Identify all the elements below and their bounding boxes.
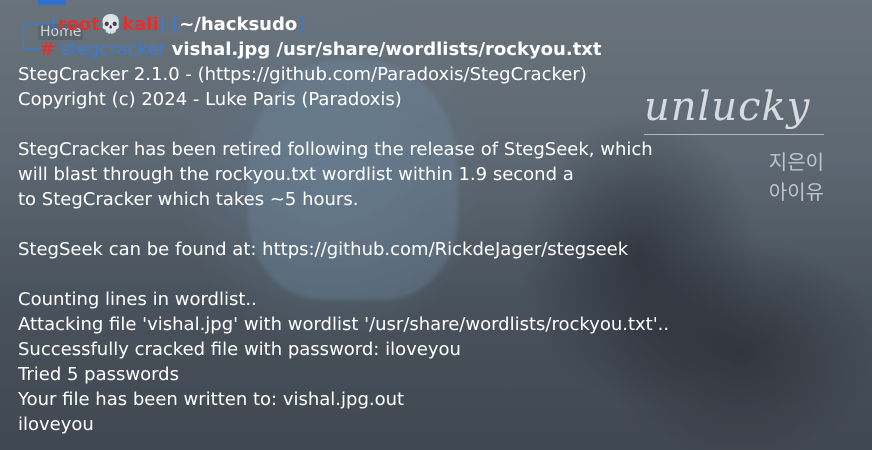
- output-line: StegSeek can be found at: https://github…: [18, 239, 629, 260]
- prompt-mid-bracket: )-[: [158, 14, 180, 35]
- prompt-line-1: ┌──(root💀kali)-[~/hacksudo]: [18, 12, 858, 37]
- output-line: Successfully cracked file with password:…: [18, 339, 461, 360]
- prompt-user: root: [57, 14, 100, 35]
- output-line: will blast through the rockyou.txt wordl…: [18, 164, 574, 185]
- prompt-tree-prefix: └─: [18, 39, 40, 60]
- output-line: iloveyou: [18, 414, 94, 435]
- prompt-open-bracket: ┌──(: [18, 14, 58, 35]
- output-blank-line: [18, 212, 858, 237]
- output-line: Your file has been written to: vishal.jp…: [18, 389, 405, 410]
- output-line: Attacking file 'vishal.jpg' with wordlis…: [18, 314, 670, 335]
- output-line: Tried 5 passwords: [18, 364, 179, 385]
- home-folder-icon[interactable]: [38, 0, 66, 5]
- prompt-line-2: └─# stegcracker vishal.jpg /usr/share/wo…: [18, 37, 858, 62]
- output-line: StegCracker 2.1.0 - (https://github.com/…: [18, 64, 587, 85]
- command-args: vishal.jpg /usr/share/wordlists/rockyou.…: [171, 39, 602, 60]
- prompt-close-bracket: ]: [297, 14, 305, 35]
- output-line: Copyright (c) 2024 - Luke Paris (Paradox…: [18, 89, 402, 110]
- prompt-hash: #: [39, 39, 55, 60]
- skull-icon: 💀: [99, 14, 123, 35]
- terminal-output[interactable]: ┌──(root💀kali)-[~/hacksudo] └─# stegcrac…: [18, 12, 858, 437]
- output-line: StegCracker has been retired following t…: [18, 139, 653, 160]
- output-line: to StegCracker which takes ~5 hours.: [18, 189, 359, 210]
- output-line: Counting lines in wordlist..: [18, 289, 257, 310]
- command-name: stegcracker: [60, 39, 166, 60]
- prompt-host: kali: [122, 14, 159, 35]
- prompt-cwd: ~/hacksudo: [179, 14, 298, 35]
- output-blank-line: [18, 112, 858, 137]
- output-blank-line: [18, 262, 858, 287]
